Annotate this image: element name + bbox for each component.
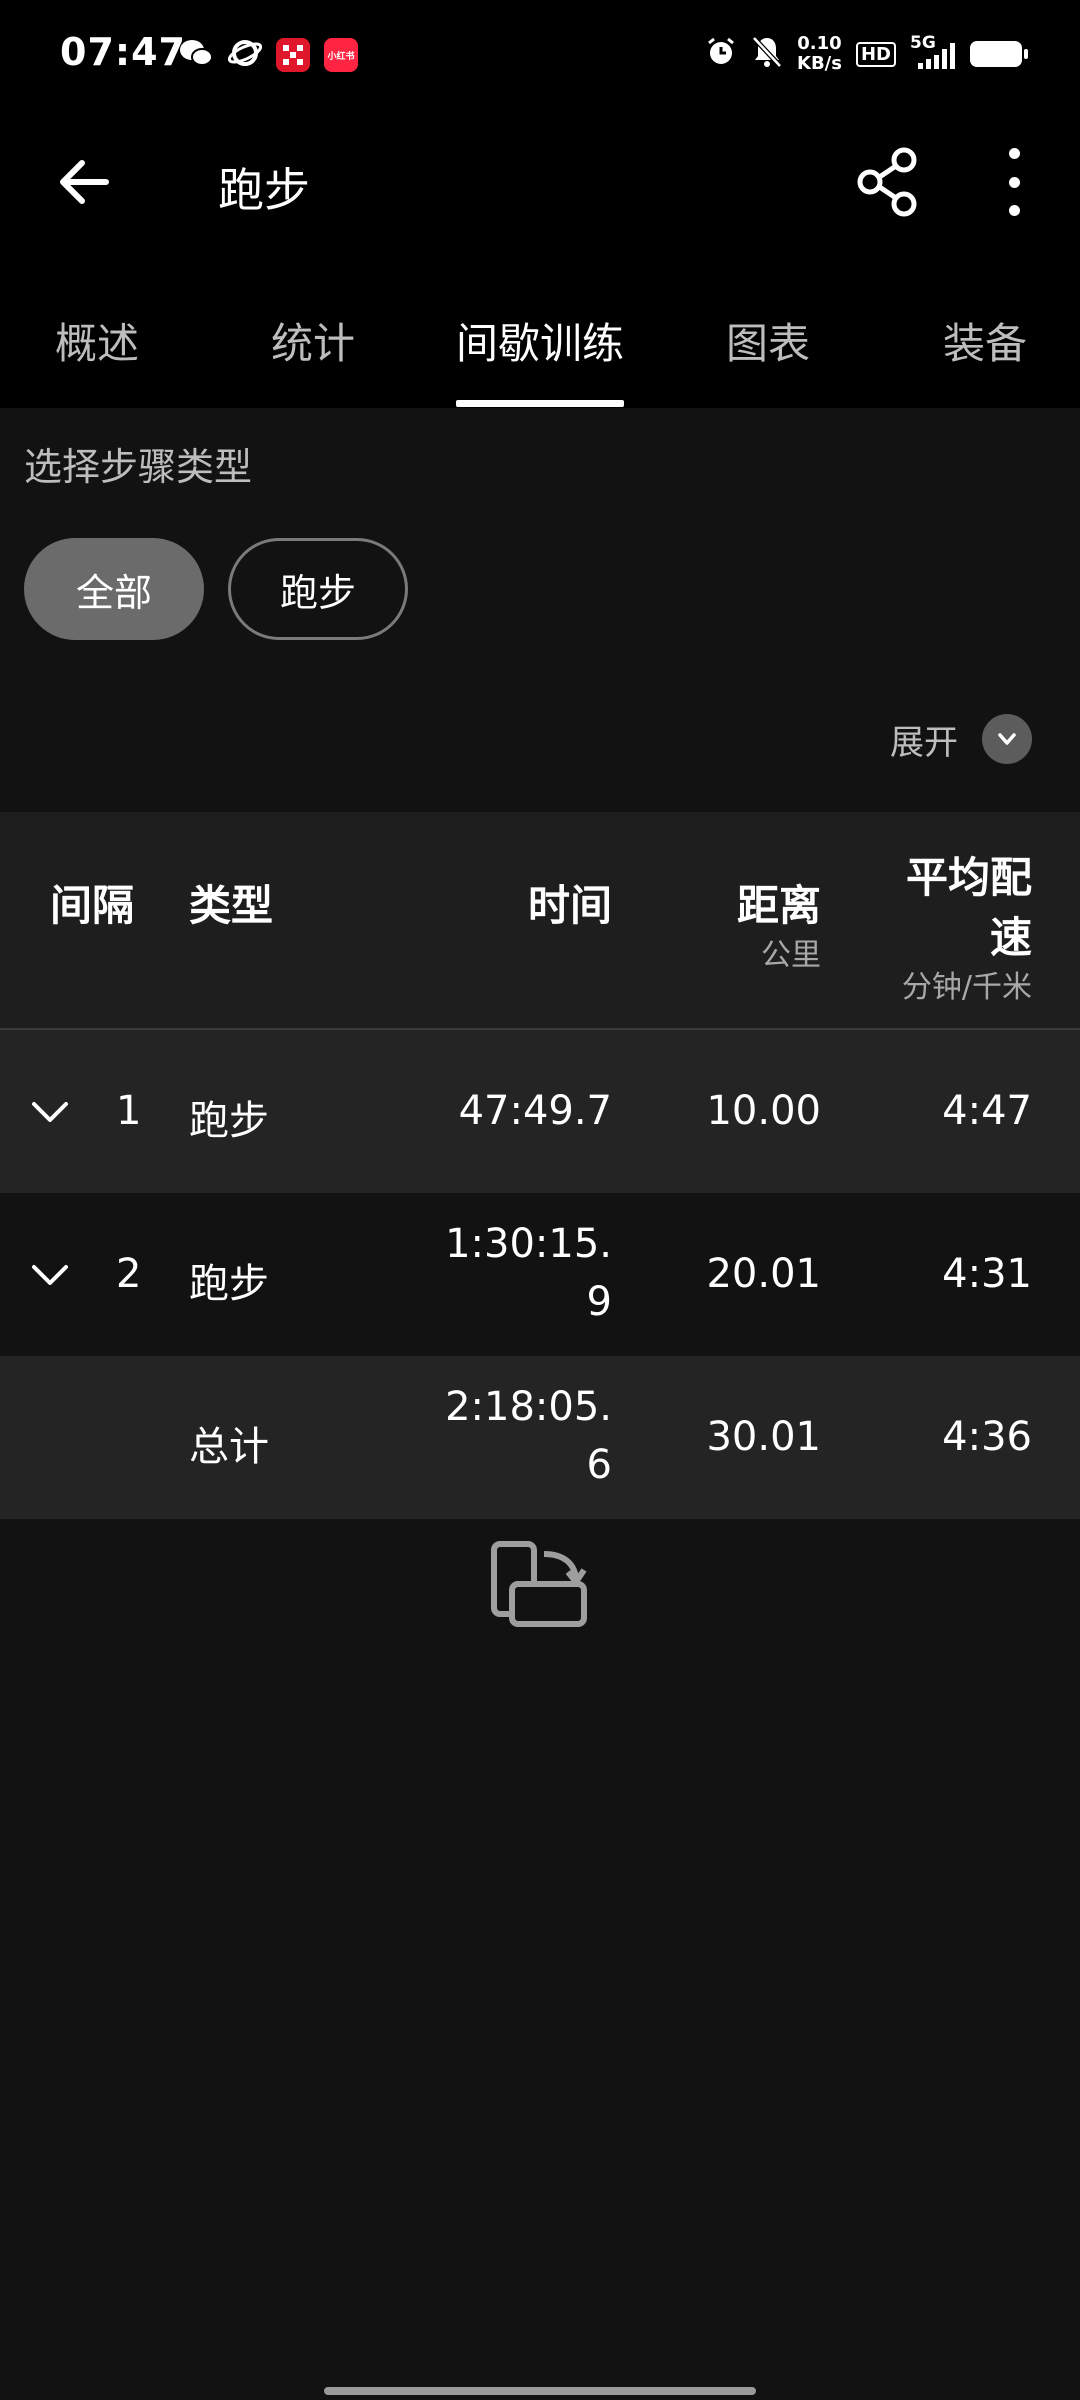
tab-bar: 概述 统计 间歇训练 图表 装备 <box>0 250 1080 408</box>
step-type-label: 选择步骤类型 <box>24 445 253 489</box>
app-bar: 跑步 <box>0 110 1080 250</box>
arrow-left-icon <box>60 160 109 204</box>
status-bar: 07:47 小红书 0.10 KB/s HD 5G <box>0 0 1080 110</box>
chip-running[interactable]: 跑步 <box>228 538 408 640</box>
status-indicators: 0.10 KB/s HD 5G <box>705 33 1028 74</box>
total-time-line2: 6 <box>586 1442 612 1488</box>
rotate-screen-icon[interactable] <box>490 1540 590 1630</box>
tab-stats[interactable]: 统计 <box>271 310 355 371</box>
tab-gear[interactable]: 装备 <box>943 310 1027 371</box>
tab-charts[interactable]: 图表 <box>726 310 810 371</box>
expand-all-button[interactable]: 展开 <box>890 714 1032 764</box>
table-row[interactable]: 1 跑步 47:49.7 10.00 4:47 <box>0 1030 1080 1193</box>
row-time: 1:30:15. <box>445 1221 612 1267</box>
header-pace-line2: 速 <box>989 913 1032 962</box>
header-pace: 平均配 <box>905 853 1032 902</box>
header-pace-unit: 分钟/千米 <box>901 970 1032 1005</box>
battery-icon <box>970 41 1028 67</box>
total-time: 2:18:05. <box>445 1384 612 1430</box>
row-pace: 4:47 <box>942 1088 1032 1134</box>
row-distance: 20.01 <box>706 1251 821 1297</box>
notification-icons: 小红书 <box>178 36 358 74</box>
alarm-icon <box>705 36 737 72</box>
wechat-icon <box>178 38 214 72</box>
more-vert-icon <box>1008 148 1020 159</box>
share-button[interactable] <box>852 146 924 218</box>
total-label: 总计 <box>189 1424 269 1470</box>
status-time: 07:47 <box>60 30 186 74</box>
header-distance-unit: 公里 <box>761 938 821 973</box>
active-tab-indicator <box>456 400 624 407</box>
row-type: 跑步 <box>189 1261 269 1307</box>
chevron-down-icon[interactable] <box>28 1090 72 1134</box>
table-header: 间隔 类型 时间 距离 公里 平均配 速 分钟/千米 <box>0 812 1080 1030</box>
header-type: 类型 <box>189 881 274 930</box>
total-row: 总计 2:18:05. 6 30.01 4:36 <box>0 1356 1080 1519</box>
tab-intervals[interactable]: 间歇训练 <box>456 310 624 371</box>
page-title: 跑步 <box>218 163 310 217</box>
table-row[interactable]: 2 跑步 1:30:15. 9 20.01 4:31 <box>0 1193 1080 1356</box>
chip-all[interactable]: 全部 <box>24 538 204 640</box>
row-time-line2: 9 <box>586 1279 612 1325</box>
total-pace: 4:36 <box>942 1414 1032 1460</box>
chevron-down-icon <box>982 714 1032 764</box>
game-icon <box>276 38 310 72</box>
browser-icon <box>227 36 263 74</box>
xiaohongshu-icon: 小红书 <box>324 38 358 72</box>
net-speed: 0.10 KB/s <box>797 33 842 74</box>
more-options-button[interactable] <box>990 148 1038 216</box>
expand-label: 展开 <box>890 722 958 763</box>
header-time: 时间 <box>527 881 612 930</box>
back-button[interactable] <box>52 150 116 214</box>
total-distance: 30.01 <box>706 1414 821 1460</box>
row-distance: 10.00 <box>706 1088 821 1134</box>
tab-overview[interactable]: 概述 <box>55 310 139 371</box>
mute-icon <box>751 35 783 73</box>
chevron-down-icon[interactable] <box>28 1253 72 1297</box>
home-indicator[interactable] <box>324 2387 756 2395</box>
header-interval: 间隔 <box>50 881 135 930</box>
share-icon <box>857 147 917 217</box>
signal-icon: 5G <box>910 33 956 71</box>
row-time: 47:49.7 <box>458 1088 612 1134</box>
hd-icon: HD <box>855 41 896 67</box>
header-distance: 距离 <box>736 881 821 930</box>
row-type: 跑步 <box>189 1098 269 1144</box>
row-interval: 1 <box>116 1088 142 1134</box>
row-pace: 4:31 <box>942 1251 1032 1297</box>
row-interval: 2 <box>116 1251 142 1297</box>
